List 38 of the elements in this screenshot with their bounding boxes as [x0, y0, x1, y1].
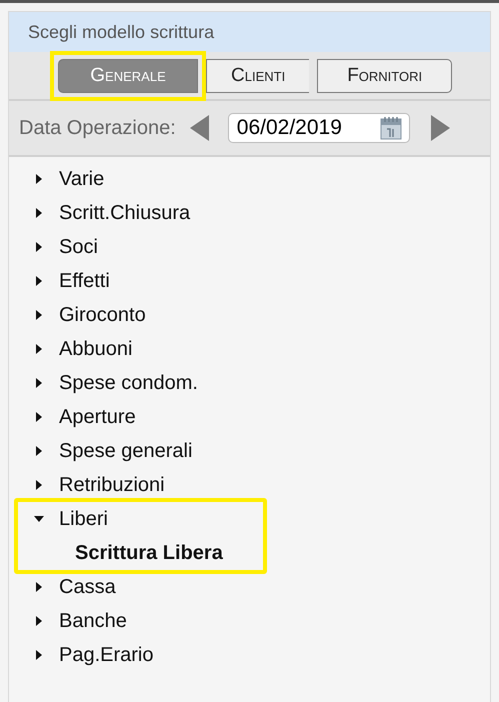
collapsed-arrow-icon[interactable] [34, 582, 44, 592]
date-label: Data Operazione: [19, 116, 176, 140]
collapsed-arrow-icon[interactable] [34, 446, 44, 456]
expanded-arrow-icon[interactable] [34, 514, 44, 524]
collapsed-arrow-icon[interactable] [34, 208, 44, 218]
previous-arrow-icon[interactable] [190, 115, 210, 141]
calendar-icon[interactable] [380, 116, 402, 140]
collapsed-arrow-icon[interactable] [34, 378, 44, 388]
collapsed-arrow-icon[interactable] [34, 344, 44, 354]
tree-item[interactable]: Scritt.Chiusura [59, 202, 190, 224]
panel-title: Scegli modello scrittura [28, 22, 214, 42]
next-arrow-icon[interactable] [430, 115, 450, 141]
tab[interactable]: Clienti [206, 58, 310, 92]
tree-item[interactable]: Varie [59, 168, 104, 190]
tree-item[interactable]: Spese generali [59, 440, 192, 462]
tree-item[interactable]: Spese condom. [59, 372, 198, 394]
collapsed-arrow-icon[interactable] [34, 480, 44, 490]
collapsed-arrow-icon[interactable] [34, 174, 44, 184]
tree-item[interactable]: Effetti [59, 270, 110, 292]
tab[interactable]: Fornitori [317, 58, 452, 92]
collapsed-arrow-icon[interactable] [34, 276, 44, 286]
tree-item[interactable]: Giroconto [59, 304, 146, 326]
tree-item[interactable]: Aperture [59, 406, 136, 428]
collapsed-arrow-icon[interactable] [34, 650, 44, 660]
tree-item[interactable]: Scrittura Libera [75, 542, 223, 564]
tree-item[interactable]: Abbuoni [59, 338, 132, 360]
tab[interactable]: Generale [58, 58, 198, 92]
tree-item[interactable]: Liberi [59, 508, 108, 530]
tree-item[interactable]: Retribuzioni [59, 474, 165, 496]
collapsed-arrow-icon[interactable] [34, 242, 44, 252]
collapsed-arrow-icon[interactable] [34, 616, 44, 626]
collapsed-arrow-icon[interactable] [34, 310, 44, 320]
collapsed-arrow-icon[interactable] [34, 412, 44, 422]
tree-item[interactable]: Soci [59, 236, 98, 258]
tree-item[interactable]: Banche [59, 610, 127, 632]
tree-item[interactable]: Cassa [59, 576, 116, 598]
tree-item[interactable]: Pag.Erario [59, 644, 154, 666]
date-field[interactable]: 06/02/2019 [228, 113, 410, 143]
